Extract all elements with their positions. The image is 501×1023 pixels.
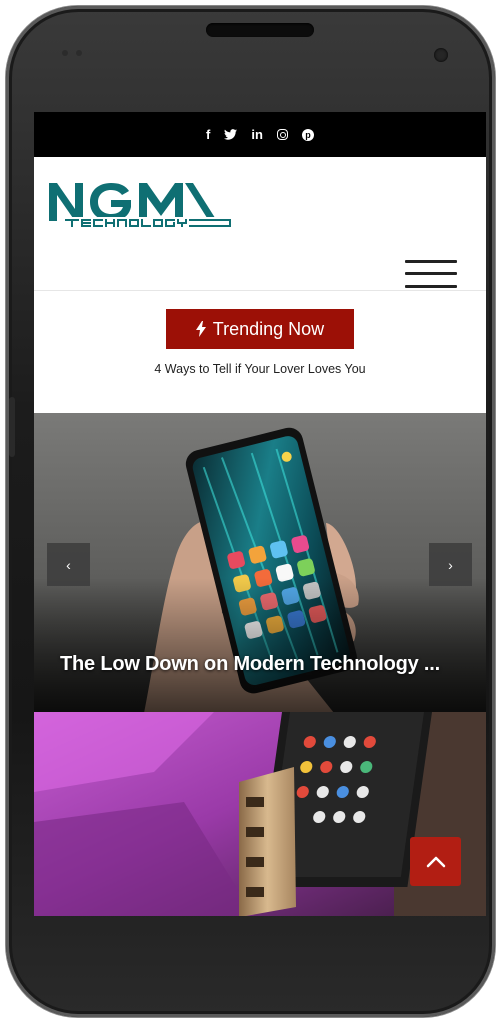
slider-next-button[interactable]: › [429, 543, 472, 586]
phone-screen: f in p Trending Now 4 Ways to Tell if Yo… [34, 112, 486, 916]
phone-sensors [62, 50, 90, 58]
slide-caption[interactable]: The Low Down on Modern Technology ... [60, 653, 440, 676]
trending-now-label: Trending Now [212, 318, 325, 339]
phone-camera [434, 48, 448, 62]
trending-now-button[interactable]: Trending Now [166, 309, 354, 349]
scroll-to-top-button[interactable] [410, 837, 461, 886]
lightning-icon [195, 321, 206, 337]
ngm-technology-logo[interactable] [47, 177, 237, 232]
linkedin-icon[interactable]: in [251, 127, 263, 142]
slider-prev-button[interactable]: ‹ [47, 543, 90, 586]
social-bar: f in p [34, 112, 486, 157]
facebook-icon[interactable]: f [206, 127, 210, 142]
slider-slide[interactable]: ‹ › The Low Down on Modern Technology ..… [34, 413, 486, 713]
phone-volume-button [9, 397, 15, 457]
site-header [34, 157, 486, 291]
instagram-icon[interactable] [276, 129, 288, 140]
pinterest-icon[interactable]: p [301, 128, 314, 141]
hamburger-icon[interactable] [405, 260, 457, 288]
chevron-up-icon [426, 856, 445, 867]
trending-section: Trending Now 4 Ways to Tell if Your Love… [34, 291, 486, 413]
twitter-icon[interactable] [224, 129, 238, 140]
phone-speaker [206, 23, 314, 37]
trending-headline[interactable]: 4 Ways to Tell if Your Lover Loves You [34, 362, 486, 376]
